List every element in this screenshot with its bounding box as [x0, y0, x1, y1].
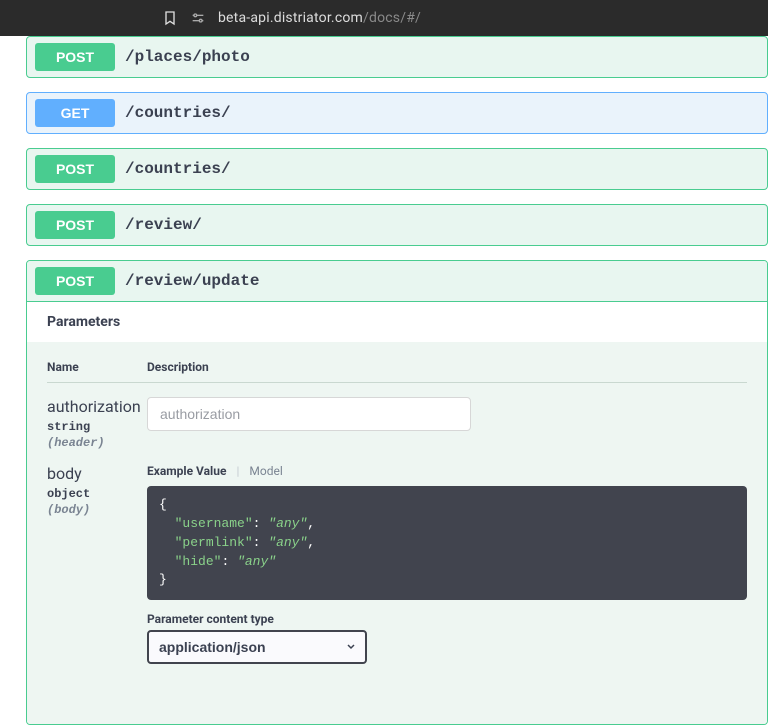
url-path: /docs/#/: [363, 10, 421, 26]
bookmark-icon[interactable]: [162, 10, 178, 26]
site-settings-icon[interactable]: [190, 10, 206, 26]
parameters-columns: Name Description: [47, 360, 747, 383]
parameters-body: Name Description authorization string (h…: [27, 342, 767, 724]
endpoint-path: /countries/: [125, 160, 231, 178]
column-name: Name: [47, 360, 147, 374]
column-description: Description: [147, 360, 747, 374]
example-json-block[interactable]: { "username": "any", "permlink": "any", …: [147, 486, 747, 600]
param-type: object: [47, 487, 147, 501]
endpoint-review-update-expanded: POST /review/update Parameters Name Desc…: [26, 260, 768, 725]
tab-example-value[interactable]: Example Value: [147, 464, 226, 478]
endpoint-path: /countries/: [125, 104, 231, 122]
endpoint-review-update-header[interactable]: POST /review/update: [27, 261, 767, 302]
url-host: beta-api.distriator.com: [218, 10, 363, 26]
param-row-body: body object (body) Example Value | Model…: [47, 450, 747, 664]
param-name: authorization: [47, 397, 147, 416]
example-tabs: Example Value | Model: [147, 464, 747, 478]
tab-model[interactable]: Model: [249, 464, 282, 478]
endpoint-review[interactable]: POST /review/: [26, 204, 768, 246]
parameters-heading: Parameters: [27, 302, 767, 342]
param-location: (body): [47, 503, 147, 517]
param-name: body: [47, 464, 147, 483]
authorization-input[interactable]: [147, 397, 471, 431]
browser-address-bar: beta-api.distriator.com/docs/#/: [0, 0, 768, 36]
param-location: (header): [47, 436, 147, 450]
method-badge: POST: [35, 211, 115, 239]
content-type-label: Parameter content type: [147, 612, 747, 626]
endpoint-places-photo[interactable]: POST /places/photo: [26, 36, 768, 78]
method-badge: POST: [35, 155, 115, 183]
endpoint-path: /review/update: [125, 272, 259, 290]
method-badge: GET: [35, 99, 115, 127]
method-badge: POST: [35, 267, 115, 295]
browser-url[interactable]: beta-api.distriator.com/docs/#/: [218, 10, 421, 26]
param-type: string: [47, 420, 147, 434]
method-badge: POST: [35, 43, 115, 71]
endpoint-countries-post[interactable]: POST /countries/: [26, 148, 768, 190]
param-row-authorization: authorization string (header): [47, 383, 747, 450]
content-type-select[interactable]: application/json: [147, 630, 367, 664]
endpoint-path: /places/photo: [125, 48, 250, 66]
tab-separator: |: [236, 464, 239, 478]
endpoint-countries-get[interactable]: GET /countries/: [26, 92, 768, 134]
endpoint-path: /review/: [125, 216, 202, 234]
